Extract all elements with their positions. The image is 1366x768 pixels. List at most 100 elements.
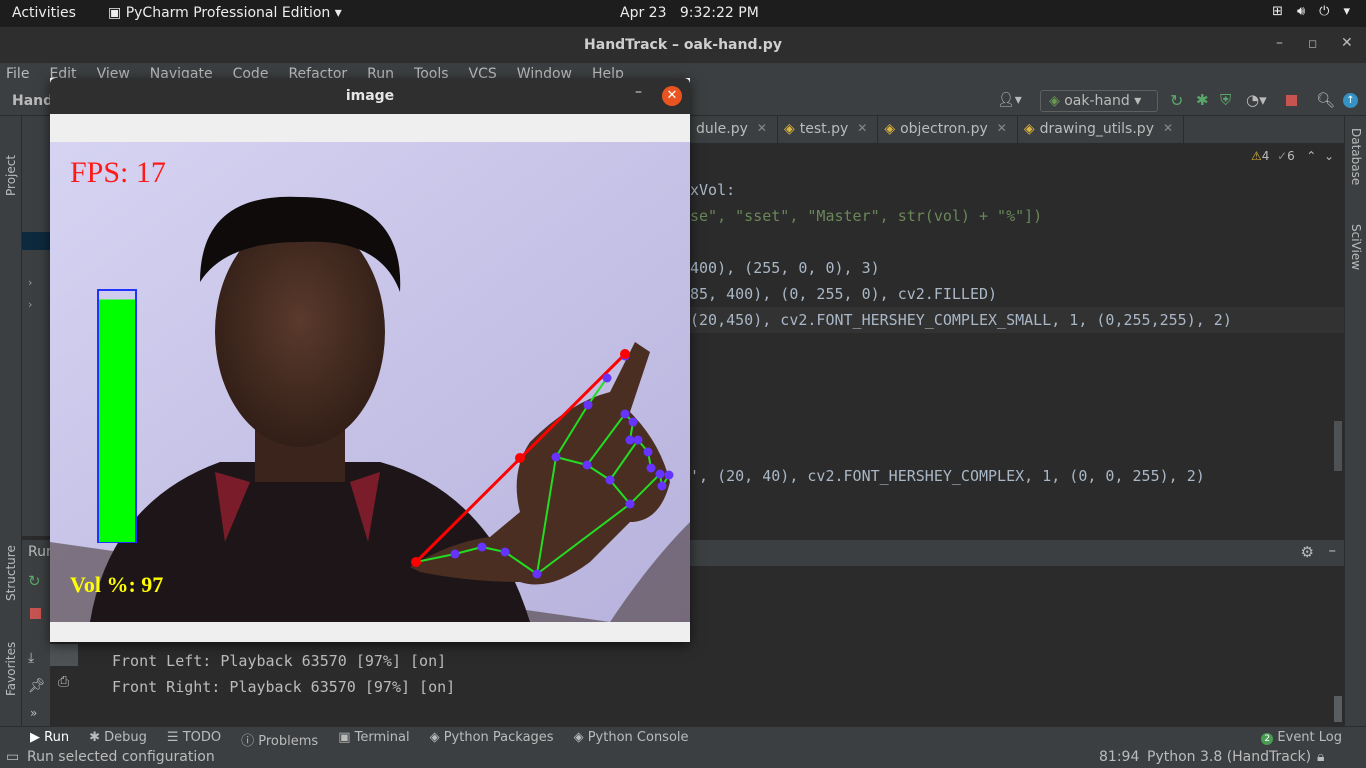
update-icon[interactable]: ↑ bbox=[1343, 93, 1358, 108]
status-message: Run selected configuration bbox=[27, 749, 215, 765]
more-icon[interactable]: » bbox=[30, 706, 37, 720]
event-log-tab[interactable]: 2 Event Log bbox=[1261, 730, 1342, 745]
console-scrollbar[interactable] bbox=[1334, 696, 1342, 722]
hand-landmark bbox=[605, 475, 615, 485]
tool-tab-todo[interactable]: ☰ TODO bbox=[167, 730, 221, 748]
lock-icon[interactable]: 🔒︎ bbox=[1317, 749, 1324, 765]
tab-test[interactable]: ◈ test.py ✕ bbox=[778, 116, 879, 143]
soft-wrap-icon[interactable] bbox=[50, 644, 78, 666]
tool-window-sciview[interactable]: SciView bbox=[1349, 224, 1363, 270]
tool-tab-label: Python Console bbox=[587, 730, 689, 745]
scroll-to-end-icon[interactable]: ⤓ bbox=[28, 650, 34, 666]
close-icon[interactable]: ✕ bbox=[662, 86, 682, 106]
code-editor[interactable]: ⚠4 ✓6 ⌃ ⌄ xVol: se", "sset", "Master", s… bbox=[690, 143, 1344, 515]
debug-icon[interactable]: ✱ bbox=[1196, 91, 1209, 109]
chevron-right-icon[interactable]: › bbox=[28, 298, 32, 311]
run-configuration-select[interactable]: ◈ oak-hand ▾ bbox=[1040, 90, 1158, 112]
search-icon[interactable]: 🔍︎ bbox=[1316, 91, 1335, 109]
hand-landmark bbox=[655, 469, 665, 479]
stop-icon[interactable] bbox=[30, 608, 41, 619]
maximize-icon[interactable]: ◻ bbox=[1308, 37, 1317, 50]
chevron-down-icon[interactable]: ⌄ bbox=[1324, 149, 1334, 163]
tool-window-database[interactable]: Database bbox=[1349, 128, 1363, 185]
stop-icon[interactable] bbox=[1286, 95, 1297, 106]
project-breadcrumb[interactable]: Hand bbox=[12, 93, 53, 109]
chevron-up-icon[interactable]: ⌃ bbox=[1306, 149, 1316, 163]
warning-icon: ⚠ bbox=[1251, 149, 1262, 163]
rerun-icon[interactable]: ↻ bbox=[28, 572, 41, 590]
profile-icon[interactable]: ◔▾ bbox=[1246, 91, 1267, 109]
weak-warning-count: 6 bbox=[1287, 149, 1295, 163]
close-icon[interactable]: ✕ bbox=[997, 121, 1007, 143]
code-line: 400), (255, 0, 0), 3) bbox=[690, 259, 880, 277]
tool-tab-python-console[interactable]: ◈ Python Console bbox=[574, 730, 689, 748]
layers-icon: ◈ bbox=[429, 730, 440, 745]
activities-button[interactable]: Activities bbox=[12, 5, 76, 21]
menu-file[interactable]: File bbox=[6, 66, 29, 87]
tool-tab-debug[interactable]: ✱ Debug bbox=[89, 730, 147, 748]
tool-window-structure[interactable]: Structure bbox=[4, 545, 18, 601]
python-icon: ◈ bbox=[1049, 93, 1060, 109]
pin-icon[interactable]: 📌︎ bbox=[28, 678, 46, 694]
python-icon: ◈ bbox=[573, 730, 584, 745]
fingertip-marker bbox=[411, 557, 421, 567]
rerun-icon[interactable]: ↻ bbox=[1170, 91, 1183, 110]
warning-count: 4 bbox=[1261, 149, 1270, 163]
fingertip-marker bbox=[515, 453, 525, 463]
chevron-down-icon: ▾ bbox=[334, 5, 342, 21]
close-icon[interactable]: ✕ bbox=[857, 121, 867, 143]
tab-drawing-utils[interactable]: ◈ drawing_utils.py ✕ bbox=[1018, 116, 1185, 143]
minimize-icon[interactable]: – bbox=[635, 84, 642, 100]
image-window[interactable]: image – ✕ FPS: 17 Vol %: 97 bbox=[50, 78, 690, 642]
tool-tab-run[interactable]: ▶ Run bbox=[30, 730, 69, 748]
hand-landmark bbox=[643, 447, 653, 457]
editor-scrollbar[interactable] bbox=[1334, 421, 1342, 471]
tool-window-project[interactable]: Project bbox=[4, 155, 18, 196]
hide-icon[interactable]: – bbox=[1329, 541, 1337, 559]
window-title: HandTrack – oak-hand.py bbox=[584, 37, 782, 53]
python-file-icon: ◈ bbox=[783, 121, 795, 137]
clock[interactable]: Apr 23 9:32:22 PM bbox=[620, 5, 759, 21]
close-icon[interactable]: ✕ bbox=[757, 121, 767, 143]
tool-tab-label: Debug bbox=[104, 730, 147, 745]
tool-tab-label: Run bbox=[44, 730, 70, 745]
fingertip-marker bbox=[620, 349, 630, 359]
editor-tabs: dule.py ✕ ◈ test.py ✕ ◈ objectron.py ✕ ◈… bbox=[690, 116, 1344, 143]
system-tray[interactable]: ⊞ 🔊︎ ⏻ ▾ bbox=[1272, 4, 1350, 19]
tab-module[interactable]: dule.py ✕ bbox=[690, 116, 778, 143]
inspection-widget[interactable]: ⚠4 ✓6 ⌃ ⌄ bbox=[1251, 149, 1334, 163]
tab-label: objectron.py bbox=[900, 121, 988, 137]
code-line: se", "sset", "Master", str(vol) + "%"]) bbox=[690, 207, 1043, 225]
window-title-bar: HandTrack – oak-hand.py – ◻ ✕ bbox=[0, 27, 1366, 63]
tab-objectron[interactable]: ◈ objectron.py ✕ bbox=[878, 116, 1018, 143]
pycharm-app-icon: ▣ bbox=[108, 5, 122, 21]
user-icon[interactable]: 👤︎▾ bbox=[997, 92, 1022, 108]
hand-landmark bbox=[532, 569, 542, 579]
minimize-icon[interactable]: – bbox=[1276, 35, 1283, 51]
close-icon[interactable]: ✕ bbox=[1341, 35, 1353, 51]
tool-tab-problems[interactable]: ⓘ Problems bbox=[241, 730, 318, 749]
system-top-bar: Activities ▣ PyCharm Professional Editio… bbox=[0, 0, 1366, 27]
network-icon: ⊞ bbox=[1272, 4, 1283, 19]
app-menu[interactable]: ▣ PyCharm Professional Edition ▾ bbox=[108, 5, 342, 21]
volume-bar-fill bbox=[99, 299, 135, 542]
caret-position[interactable]: 81:94 bbox=[1099, 749, 1139, 765]
list-icon: ☰ bbox=[166, 730, 179, 745]
chevron-right-icon[interactable]: › bbox=[28, 276, 32, 289]
tool-tab-terminal[interactable]: ▣ Terminal bbox=[338, 730, 409, 748]
close-icon[interactable]: ✕ bbox=[1163, 121, 1173, 143]
tool-tab-python-packages[interactable]: ◈ Python Packages bbox=[430, 730, 554, 748]
print-icon[interactable]: ⎙ bbox=[58, 674, 69, 690]
tool-tab-label: Python Packages bbox=[443, 730, 554, 745]
status-toggle-icon[interactable]: ▭ bbox=[6, 749, 19, 765]
fps-text: FPS: 17 bbox=[70, 156, 166, 189]
python-interpreter[interactable]: Python 3.8 (HandTrack) bbox=[1147, 749, 1311, 765]
code-line: ', (20, 40), cv2.FONT_HERSHEY_COMPLEX, 1… bbox=[690, 467, 1205, 485]
gear-icon[interactable]: ⚙ bbox=[1301, 543, 1314, 561]
hand-landmark bbox=[628, 417, 638, 427]
right-tool-strip: Database SciView bbox=[1344, 116, 1366, 726]
coverage-icon[interactable]: ⛨ bbox=[1220, 91, 1231, 109]
image-window-title-bar: image – ✕ bbox=[50, 78, 690, 114]
hand-landmark bbox=[620, 409, 630, 419]
tool-window-favorites[interactable]: Favorites bbox=[4, 642, 18, 696]
